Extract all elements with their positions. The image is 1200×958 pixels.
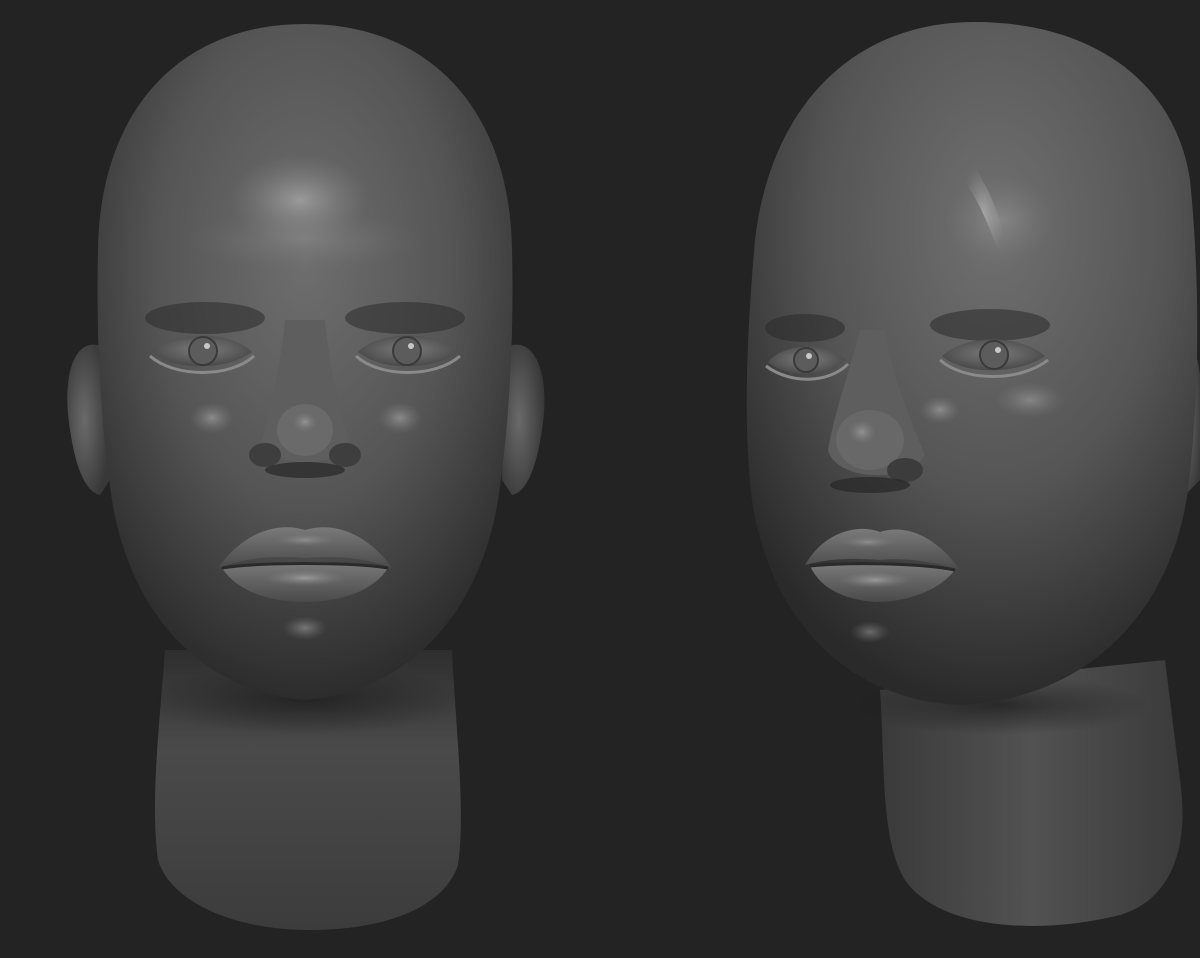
sculpt-canvas (67, 22, 1200, 930)
head-front (67, 24, 545, 930)
head-three-quarter (746, 22, 1200, 926)
sculpt-viewport[interactable] (0, 0, 1200, 958)
